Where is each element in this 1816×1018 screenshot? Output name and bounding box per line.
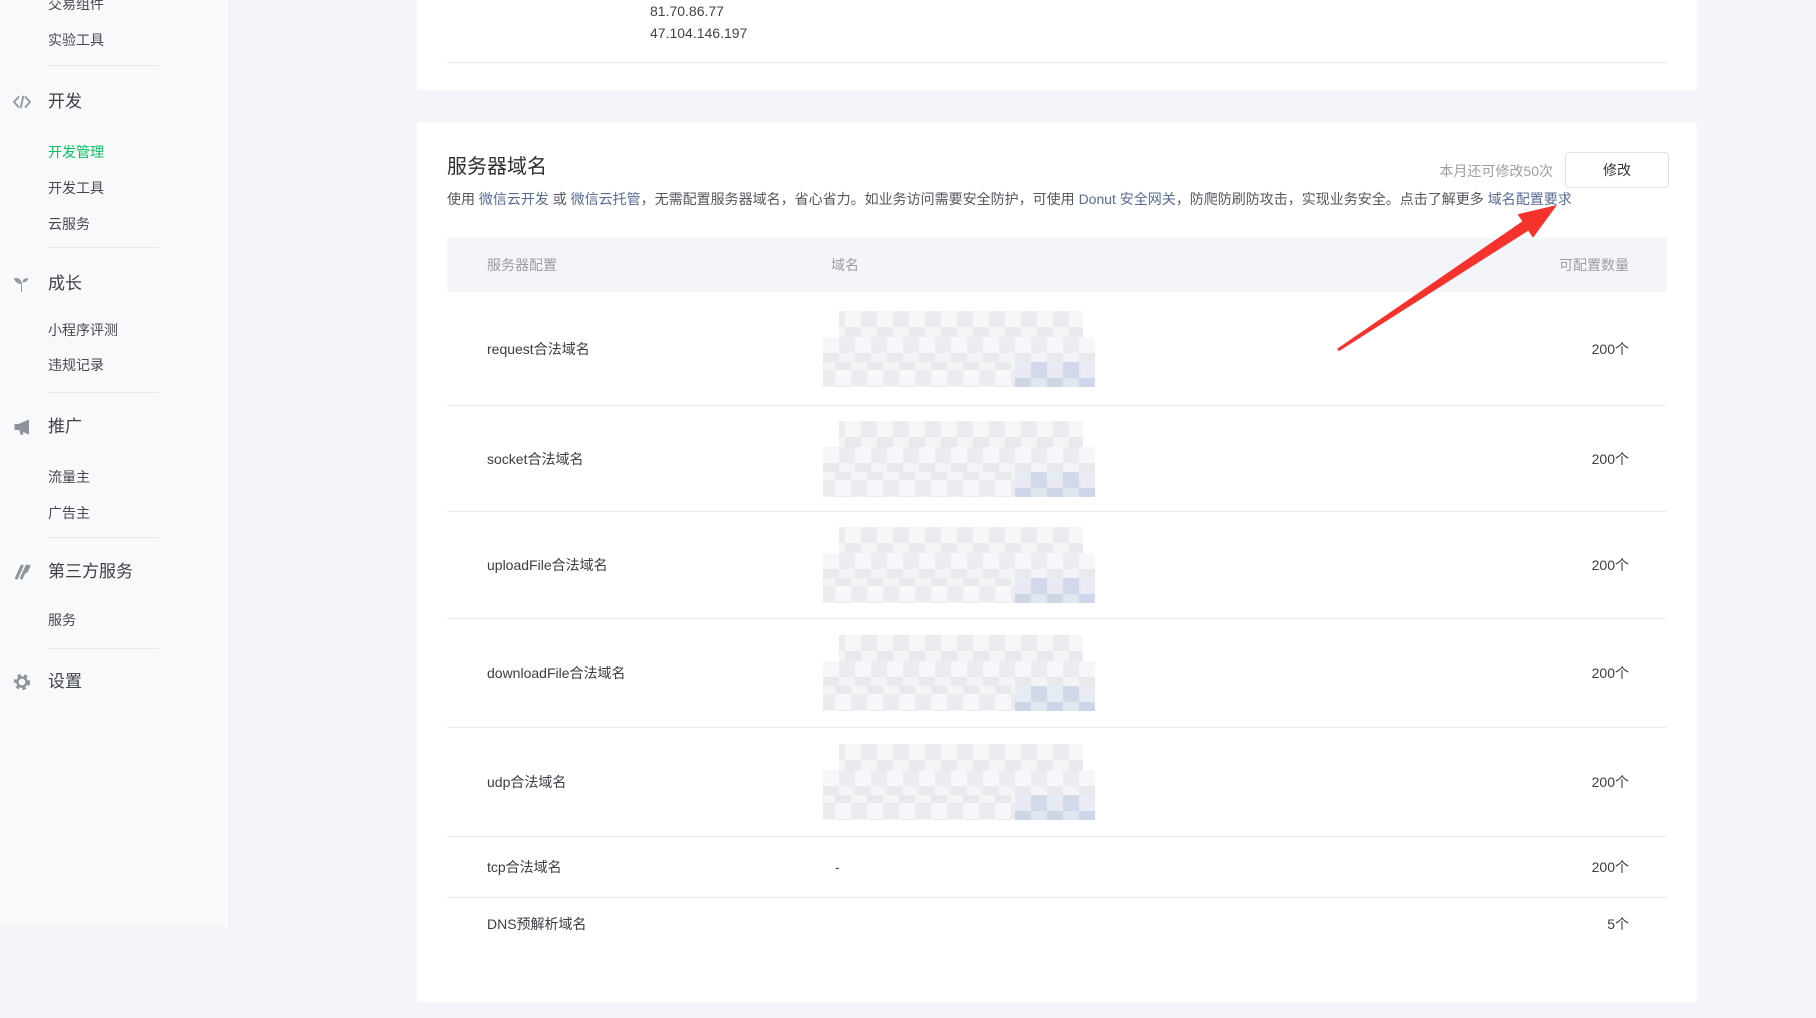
desc-text: 或 xyxy=(549,191,571,207)
sidebar-item-advertiser[interactable]: 广告主 xyxy=(48,503,90,523)
table-header-row: 服务器配置 域名 可配置数量 xyxy=(447,238,1667,292)
row-label: request合法域名 xyxy=(447,339,823,359)
table-row-dns-prefetch: DNS预解析域名 5个 xyxy=(447,898,1667,1018)
sidebar-section-development[interactable]: 开发 xyxy=(48,90,82,114)
third-party-icon xyxy=(12,562,32,582)
sidebar-item-dev-tools[interactable]: 开发工具 xyxy=(48,178,104,198)
sidebar-divider xyxy=(48,65,158,66)
sidebar-item-services[interactable]: 服务 xyxy=(48,610,76,630)
sidebar-item-traffic-owner[interactable]: 流量主 xyxy=(48,467,90,487)
redacted-domain-mosaic xyxy=(823,311,1095,387)
ip-address: 81.70.86.77 xyxy=(650,0,747,22)
row-label: DNS预解析域名 xyxy=(447,898,823,934)
column-header-server-config: 服务器配置 xyxy=(447,255,823,275)
code-icon xyxy=(12,92,32,112)
link-donut-security-gateway[interactable]: Donut 安全网关 xyxy=(1079,191,1176,207)
seedling-icon xyxy=(12,274,32,294)
row-label: socket合法域名 xyxy=(447,449,823,469)
row-domain-value: - xyxy=(823,859,840,875)
desc-text: ，防爬防刷防攻击，实现业务安全。点击了解更多 xyxy=(1176,191,1488,207)
row-divider xyxy=(447,62,1667,63)
sidebar-section-settings[interactable]: 设置 xyxy=(48,670,82,694)
desc-text: 使用 xyxy=(447,191,479,207)
sidebar-section-promotion[interactable]: 推广 xyxy=(48,415,82,439)
column-header-domain: 域名 xyxy=(823,255,1437,275)
link-domain-config-requirements[interactable]: 域名配置要求 xyxy=(1488,191,1572,207)
domain-description: 使用 微信云开发 或 微信云托管，无需配置服务器域名，省心省力。如业务访问需要安… xyxy=(447,188,1572,210)
redacted-domain-mosaic xyxy=(823,635,1095,711)
ip-address: 47.104.146.197 xyxy=(650,22,747,44)
sidebar-item-cloud-services[interactable]: 云服务 xyxy=(48,214,90,234)
sidebar-item-violation-records[interactable]: 违规记录 xyxy=(48,355,104,375)
megaphone-icon xyxy=(12,417,32,437)
sidebar-item-trade-components[interactable]: 交易组件 xyxy=(48,0,104,14)
server-ip-card: 81.70.86.77 47.104.146.197 xyxy=(417,0,1697,90)
row-count: 200个 xyxy=(1437,555,1667,575)
row-count: 5个 xyxy=(1437,898,1667,934)
table-row-downloadfile: downloadFile合法域名 200个 xyxy=(447,619,1667,728)
sidebar-section-third-party-services[interactable]: 第三方服务 xyxy=(48,560,133,584)
table-row-udp: udp合法域名 200个 xyxy=(447,728,1667,837)
sidebar-divider xyxy=(48,392,158,393)
sidebar-item-dev-management[interactable]: 开发管理 xyxy=(48,142,104,162)
row-label: downloadFile合法域名 xyxy=(447,663,823,683)
table-row-tcp: tcp合法域名 - 200个 xyxy=(447,837,1667,898)
sidebar: 交易组件 实验工具 开发 开发管理 开发工具 云服务 成长 小程序评测 违规记录… xyxy=(0,0,230,926)
server-domain-table: 服务器配置 域名 可配置数量 request合法域名 200个 socket合法… xyxy=(447,238,1667,1018)
gear-icon xyxy=(12,672,32,692)
row-label: tcp合法域名 xyxy=(447,857,823,877)
row-label: udp合法域名 xyxy=(447,772,823,792)
table-row-socket: socket合法域名 200个 xyxy=(447,406,1667,512)
row-label: uploadFile合法域名 xyxy=(447,555,823,575)
sidebar-divider xyxy=(48,648,158,649)
sidebar-item-experiment-tools[interactable]: 实验工具 xyxy=(48,30,104,50)
sidebar-divider xyxy=(48,247,158,248)
row-count: 200个 xyxy=(1437,339,1667,359)
row-count: 200个 xyxy=(1437,772,1667,792)
redacted-domain-mosaic xyxy=(823,421,1095,497)
link-wechat-cloud-dev[interactable]: 微信云开发 xyxy=(479,191,549,207)
sidebar-section-growth[interactable]: 成长 xyxy=(48,272,82,296)
sidebar-divider xyxy=(48,537,158,538)
table-row-request: request合法域名 200个 xyxy=(447,292,1667,406)
row-count: 200个 xyxy=(1437,857,1667,877)
row-count: 200个 xyxy=(1437,663,1667,683)
page-title: 服务器域名 xyxy=(447,153,547,181)
desc-text: ，无需配置服务器域名，省心省力。如业务访问需要安全防护，可使用 xyxy=(641,191,1079,207)
redacted-domain-mosaic xyxy=(823,744,1095,820)
modify-button[interactable]: 修改 xyxy=(1565,152,1669,188)
quota-note: 本月还可修改50次 xyxy=(1439,160,1553,182)
server-domain-card: 服务器域名 本月还可修改50次 修改 使用 微信云开发 或 微信云托管，无需配置… xyxy=(417,122,1697,1002)
redacted-domain-mosaic xyxy=(823,527,1095,603)
link-wechat-cloud-hosting[interactable]: 微信云托管 xyxy=(571,191,641,207)
sidebar-item-miniprogram-evaluation[interactable]: 小程序评测 xyxy=(48,320,118,340)
column-header-configurable-count: 可配置数量 xyxy=(1437,255,1667,275)
row-count: 200个 xyxy=(1437,449,1667,469)
table-row-uploadfile: uploadFile合法域名 200个 xyxy=(447,512,1667,619)
